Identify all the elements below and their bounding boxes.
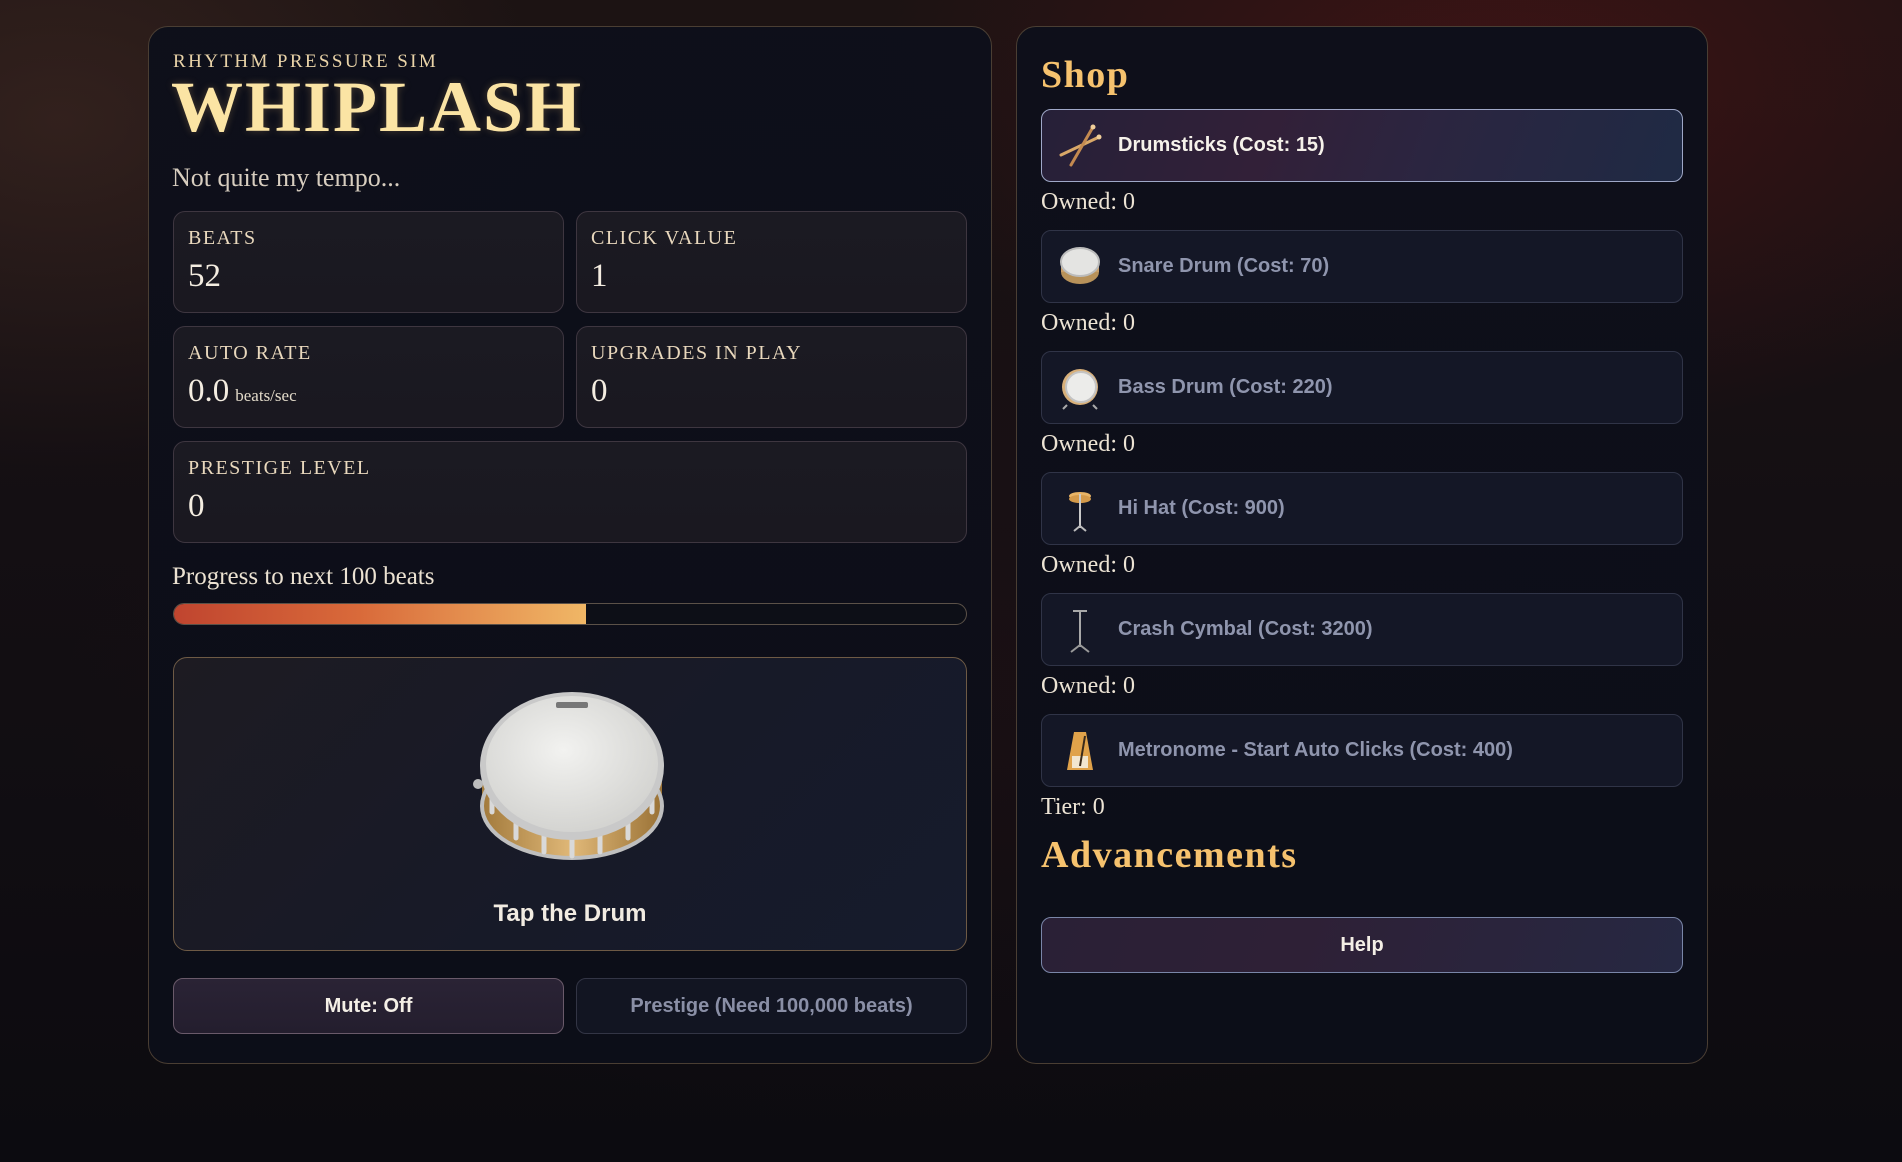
- stat-card-click-value: CLICK VALUE 1: [576, 211, 967, 313]
- stat-value-auto-rate: 0.0 beats/sec: [188, 373, 297, 410]
- auto-rate-unit: beats/sec: [235, 386, 297, 405]
- shop-item-bass-drum[interactable]: Bass Drum (Cost: 220): [1041, 351, 1683, 424]
- stat-label: UPGRADES IN PLAY: [591, 342, 803, 364]
- owned-count: Owned: 0: [1041, 431, 1135, 457]
- stat-card-auto-rate: AUTO RATE 0.0 beats/sec: [173, 326, 564, 428]
- hi-hat-icon: [1056, 485, 1104, 533]
- auto-rate-number: 0.0: [188, 373, 230, 409]
- stat-card-upgrades: UPGRADES IN PLAY 0: [576, 326, 967, 428]
- shop-panel: Shop Drumsticks (Cost: 15) Owned: 0 Snar…: [1016, 26, 1708, 1064]
- tap-drum-button[interactable]: Tap the Drum: [173, 657, 967, 951]
- snare-drum-icon: [1056, 243, 1104, 291]
- stat-label: BEATS: [188, 227, 257, 249]
- game-panel: RHYTHM PRESSURE SIM WHIPLASH Not quite m…: [148, 26, 992, 1064]
- owned-count: Owned: 0: [1041, 189, 1135, 215]
- drumsticks-icon: [1056, 122, 1104, 170]
- shop-item-name: Snare Drum (Cost: 70): [1118, 255, 1330, 277]
- stat-label: CLICK VALUE: [591, 227, 738, 249]
- shop-item-drumsticks[interactable]: Drumsticks (Cost: 15): [1041, 109, 1683, 182]
- owned-count: Owned: 0: [1041, 310, 1135, 336]
- shop-heading: Shop: [1041, 54, 1130, 96]
- stat-value-prestige: 0: [188, 488, 205, 524]
- mute-toggle-button[interactable]: Mute: Off: [173, 978, 564, 1034]
- stat-card-beats: BEATS 52: [173, 211, 564, 313]
- metronome-icon: [1056, 727, 1104, 775]
- owned-count: Owned: 0: [1041, 673, 1135, 699]
- shop-item-hi-hat[interactable]: Hi Hat (Cost: 900): [1041, 472, 1683, 545]
- stat-value-upgrades: 0: [591, 373, 608, 409]
- stat-card-prestige: PRESTIGE LEVEL 0: [173, 441, 967, 543]
- shop-item-crash-cymbal[interactable]: Crash Cymbal (Cost: 3200): [1041, 593, 1683, 666]
- game-tagline: Not quite my tempo...: [172, 163, 401, 192]
- metronome-tier: Tier: 0: [1041, 794, 1105, 820]
- stat-label: PRESTIGE LEVEL: [188, 457, 371, 479]
- snare-drum-icon: [473, 692, 664, 860]
- shop-item-name: Crash Cymbal (Cost: 3200): [1118, 618, 1373, 640]
- stat-value-beats: 52: [188, 258, 221, 294]
- prestige-button[interactable]: Prestige (Need 100,000 beats): [576, 978, 967, 1034]
- stat-label: AUTO RATE: [188, 342, 312, 364]
- stat-value-click-value: 1: [591, 258, 608, 294]
- tap-drum-label: Tap the Drum: [493, 900, 647, 927]
- progress-bar-fill: [174, 604, 586, 624]
- game-title: WHIPLASH: [171, 67, 584, 147]
- shop-item-name: Metronome - Start Auto Clicks (Cost: 400…: [1118, 739, 1513, 761]
- advancements-heading: Advancements: [1041, 834, 1298, 876]
- shop-item-metronome[interactable]: Metronome - Start Auto Clicks (Cost: 400…: [1041, 714, 1683, 787]
- shop-item-name: Drumsticks (Cost: 15): [1118, 134, 1325, 156]
- owned-count: Owned: 0: [1041, 552, 1135, 578]
- shop-item-name: Hi Hat (Cost: 900): [1118, 497, 1285, 519]
- shop-item-snare-drum[interactable]: Snare Drum (Cost: 70): [1041, 230, 1683, 303]
- shop-item-name: Bass Drum (Cost: 220): [1118, 376, 1333, 398]
- help-button[interactable]: Help: [1041, 917, 1683, 973]
- progress-bar: [173, 603, 967, 625]
- crash-cymbal-icon: [1056, 606, 1104, 654]
- progress-label: Progress to next 100 beats: [172, 563, 435, 590]
- bass-drum-icon: [1056, 364, 1104, 412]
